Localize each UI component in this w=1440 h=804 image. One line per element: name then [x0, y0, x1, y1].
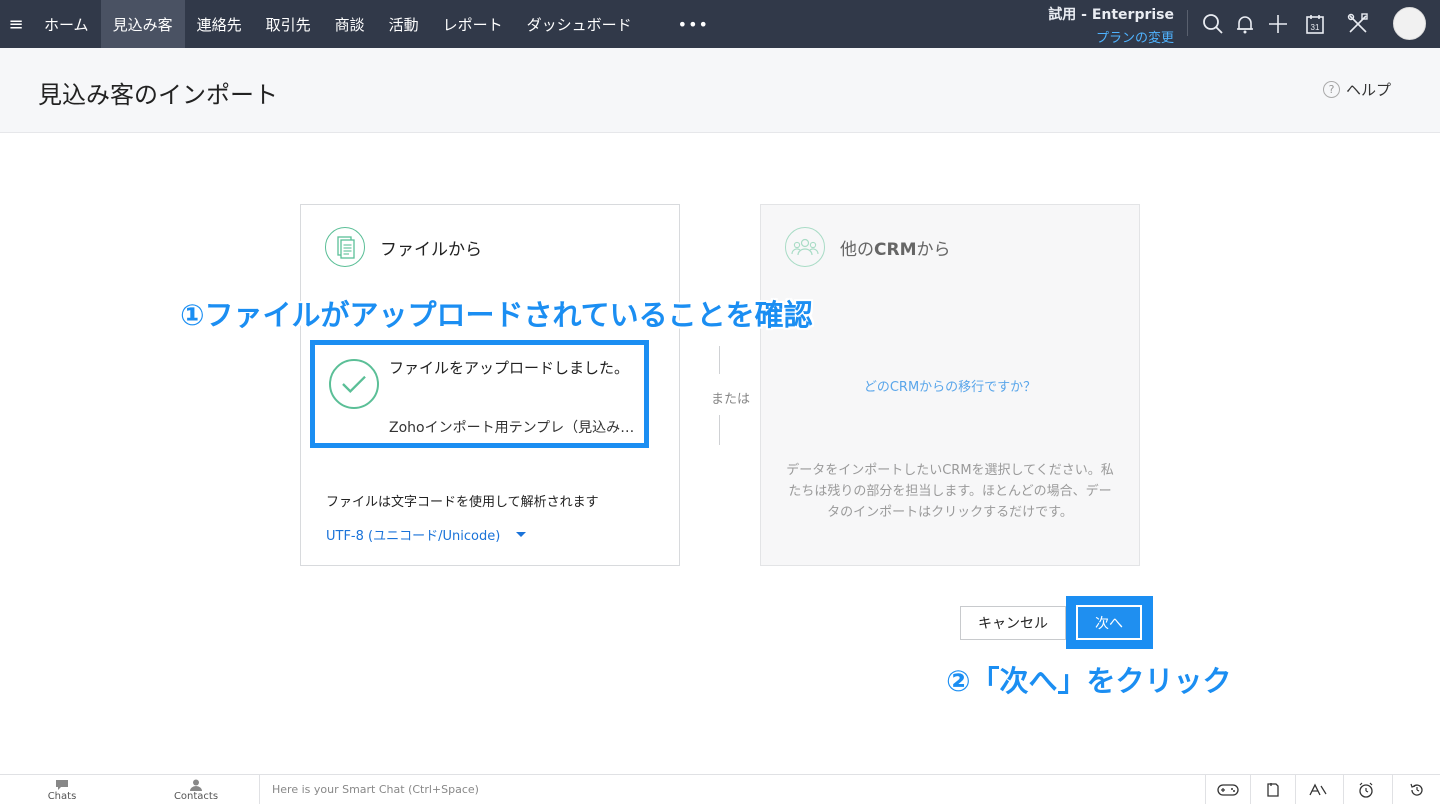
nav-item-reports[interactable]: レポート	[431, 0, 515, 48]
or-label: または	[711, 392, 751, 407]
top-nav: ≡ ホーム 見込み客 連絡先 取引先 商談 活動 レポート ダッシュボード ••…	[0, 0, 1440, 48]
nav-item-leads[interactable]: 見込み客	[100, 0, 185, 48]
nav-item-dashboards[interactable]: ダッシュボード	[515, 0, 644, 48]
crm-title-suffix: から	[916, 239, 951, 260]
smart-chat-input[interactable]: Here is your Smart Chat (Ctrl+Space)	[259, 775, 1205, 804]
bottom-bar: Chats Contacts Here is your Smart Chat (…	[0, 774, 1440, 804]
chat-bubble-icon	[22, 779, 102, 791]
menu-icon[interactable]: ≡	[0, 0, 32, 48]
translate-icon[interactable]	[1295, 775, 1339, 804]
bell-icon[interactable]	[1233, 12, 1257, 36]
alarm-clock-icon[interactable]	[1343, 775, 1387, 804]
calendar-icon[interactable]: 31	[1303, 12, 1327, 36]
nav-item-contacts[interactable]: 連絡先	[185, 0, 254, 48]
next-button[interactable]: 次へ	[1076, 605, 1142, 640]
chats-label: Chats	[47, 791, 77, 802]
users-icon	[785, 227, 825, 267]
more-icon[interactable]: •••	[644, 0, 729, 48]
plus-icon[interactable]	[1266, 12, 1290, 36]
annotation-step-1: ①ファイルがアップロードされていることを確認	[180, 298, 813, 332]
chevron-down-icon	[516, 532, 527, 537]
help-label: ヘルプ	[1346, 81, 1392, 99]
encoding-dropdown[interactable]: UTF-8 (ユニコード/Unicode)	[326, 525, 527, 544]
chats-button[interactable]: Chats	[22, 779, 102, 802]
crm-select-link[interactable]: どのCRMからの移行ですか？	[760, 376, 1140, 395]
nav-item-activities[interactable]: 活動	[377, 0, 431, 48]
uploaded-file-name: Zohoインポート用テンプレ（見込み客）	[389, 420, 639, 436]
crm-card-header: 他のCRMから	[785, 227, 950, 267]
page-title: 見込み客のインポート	[38, 81, 278, 109]
nav-item-deals[interactable]: 商談	[323, 0, 377, 48]
document-icon	[325, 227, 365, 267]
help-icon: ?	[1323, 81, 1340, 98]
divider-line-bottom	[719, 415, 720, 445]
divider-line-top	[719, 346, 720, 374]
encoding-value: UTF-8 (ユニコード/Unicode)	[326, 529, 501, 544]
file-card-header: ファイルから	[325, 227, 482, 267]
crm-title-prefix: 他の	[840, 239, 874, 260]
gamepad-icon[interactable]	[1205, 775, 1249, 804]
nav-item-accounts[interactable]: 取引先	[254, 0, 323, 48]
tools-icon[interactable]	[1346, 12, 1370, 36]
nav-item-home[interactable]: ホーム	[32, 0, 101, 48]
plan-info: 試用 - Enterprise プランの変更	[1048, 4, 1174, 46]
history-icon[interactable]	[1392, 775, 1440, 804]
check-circle-icon	[329, 359, 379, 409]
contact-person-icon	[156, 779, 236, 791]
search-icon[interactable]	[1201, 12, 1225, 36]
nav-divider	[1187, 10, 1188, 36]
contacts-label: Contacts	[173, 791, 219, 802]
calendar-day: 31	[1311, 23, 1320, 32]
encoding-label: ファイルは文字コードを使用して解析されます	[326, 495, 599, 510]
edition-label: 試用 - Enterprise	[1048, 7, 1174, 23]
page-header: 見込み客のインポート ? ヘルプ	[0, 48, 1440, 133]
crm-description: データをインポートしたいCRMを選択してください。私たちは残りの部分を担当します…	[786, 463, 1114, 520]
annotation-step-2: ②「次へ」をクリック	[946, 664, 1232, 698]
upload-message: ファイルをアップロードしました。	[389, 359, 630, 377]
upload-success-box: ファイルをアップロードしました。 Zohoインポート用テンプレ（見込み客）	[310, 340, 649, 448]
avatar[interactable]	[1393, 7, 1426, 40]
crm-card-title: 他のCRMから	[840, 235, 950, 260]
help-link[interactable]: ? ヘルプ	[1323, 79, 1391, 100]
notes-icon[interactable]	[1250, 775, 1294, 804]
contacts-button[interactable]: Contacts	[156, 779, 236, 802]
crm-title-bold: CRM	[874, 239, 917, 260]
file-card-title: ファイルから	[380, 239, 482, 260]
cancel-button[interactable]: キャンセル	[960, 606, 1066, 640]
change-plan-link[interactable]: プランの変更	[1048, 27, 1174, 46]
